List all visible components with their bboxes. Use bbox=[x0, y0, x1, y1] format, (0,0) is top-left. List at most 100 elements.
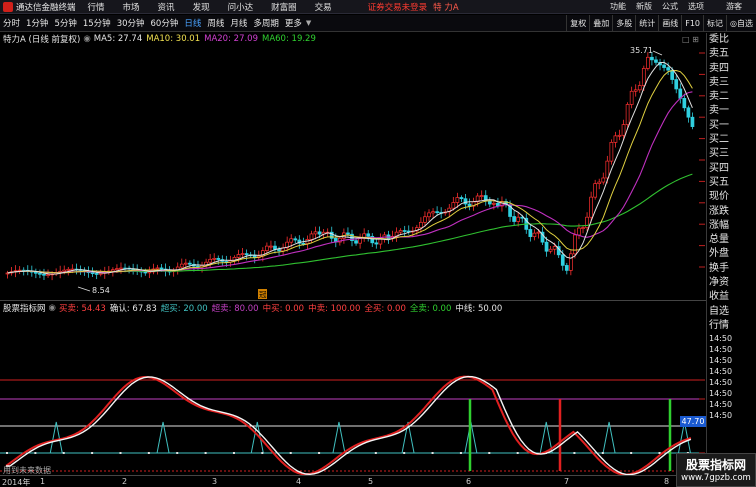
tab-60min[interactable]: 60分钟 bbox=[148, 17, 182, 29]
signal-dot bbox=[261, 452, 264, 454]
menu-market[interactable]: 行情 bbox=[88, 1, 105, 13]
multi-stock-button[interactable]: 多股 bbox=[612, 14, 635, 32]
tab-30min[interactable]: 30分钟 bbox=[114, 17, 148, 29]
menu-discover[interactable]: 发现 bbox=[193, 1, 210, 13]
date-axis: 2014年 1 2 3 4 5 6 7 8 bbox=[0, 475, 706, 487]
chevron-down-icon[interactable]: ▼ bbox=[306, 19, 311, 27]
kline-chart[interactable]: 35.71 8.54 冠 35.0032.5030.0027.5025.0022… bbox=[0, 45, 706, 300]
signal-dot bbox=[488, 452, 491, 454]
main-chart-info: 特力A (日线 前复权) ◉ MA5: 27.74 MA10: 30.01 MA… bbox=[0, 33, 700, 45]
candle-body bbox=[374, 242, 379, 245]
guest-user[interactable]: 游客 bbox=[726, 1, 742, 12]
candle-body bbox=[111, 269, 115, 272]
quote-panel-item: 卖二 bbox=[709, 91, 729, 103]
menu-new[interactable]: 新版 bbox=[636, 1, 652, 12]
quote-panel-item: 涨跌 bbox=[709, 205, 729, 217]
candle-body bbox=[564, 265, 569, 271]
candle-body bbox=[597, 181, 602, 184]
candle-body bbox=[666, 67, 670, 71]
candle-body bbox=[479, 195, 484, 197]
candle-body bbox=[419, 221, 423, 229]
indicator-chart[interactable]: 100.075.0050.0025.000.00 bbox=[0, 314, 706, 475]
menu-wealth[interactable]: 财富圈 bbox=[271, 1, 297, 13]
oversold-signal bbox=[602, 421, 616, 454]
candle-body bbox=[208, 258, 212, 263]
tab-daily[interactable]: 日线 bbox=[181, 17, 204, 29]
tab-monthly[interactable]: 月线 bbox=[227, 17, 250, 29]
quote-panel-item: 卖四 bbox=[709, 62, 729, 74]
signal-dot bbox=[318, 452, 321, 454]
close-icon[interactable]: ⊞ bbox=[692, 35, 699, 44]
signal-dot bbox=[176, 452, 179, 454]
signal-dot bbox=[91, 452, 94, 454]
quote-panel-item[interactable]: 自选 bbox=[707, 305, 756, 319]
settings-icon[interactable]: ◉ bbox=[83, 34, 90, 44]
pane-separator[interactable] bbox=[0, 300, 706, 301]
quote-panel-item: 收益 bbox=[709, 291, 729, 303]
menu-news[interactable]: 资讯 bbox=[158, 1, 175, 13]
chart-window-controls[interactable]: □ ⊞ bbox=[682, 35, 699, 44]
ma10-value: MA10: 30.01 bbox=[146, 34, 201, 44]
candle-body bbox=[289, 238, 294, 243]
menu-formula[interactable]: 公式 bbox=[662, 1, 678, 12]
login-alert[interactable]: 证券交易未登录 bbox=[368, 1, 428, 13]
tab-15min[interactable]: 15分钟 bbox=[80, 17, 114, 29]
quote-panel-item: 卖一 bbox=[709, 105, 729, 117]
chart-title[interactable]: 特力A (日线 前复权) bbox=[3, 33, 80, 45]
watermark: 股票指标网 www.7gpzb.com bbox=[676, 453, 756, 487]
candle-body bbox=[646, 56, 650, 69]
quote-panel-item[interactable]: 行情 bbox=[707, 319, 756, 333]
candle-body bbox=[94, 273, 99, 275]
tab-weekly[interactable]: 周线 bbox=[204, 17, 227, 29]
menu-trade[interactable]: 交易 bbox=[315, 1, 332, 13]
candle-body bbox=[293, 238, 298, 241]
candle-body bbox=[62, 269, 67, 272]
buy-value: 买卖: 54.43 bbox=[58, 304, 106, 314]
menu-options[interactable]: 选项 bbox=[688, 1, 704, 12]
candle-body bbox=[516, 216, 521, 222]
watermark-url: www.7gpzb.com bbox=[681, 473, 751, 483]
mark-button[interactable]: 标记 bbox=[703, 14, 726, 32]
candle-body bbox=[240, 253, 245, 255]
indicator-settings-icon[interactable]: ◉ bbox=[49, 303, 56, 313]
candlesticks bbox=[5, 51, 695, 281]
candle-body bbox=[548, 248, 553, 252]
tab-multi-period[interactable]: 多周期 bbox=[250, 17, 282, 29]
tab-5min[interactable]: 5分钟 bbox=[51, 17, 79, 29]
tab-1min[interactable]: 1分钟 bbox=[23, 17, 51, 29]
menu-markets[interactable]: 市场 bbox=[123, 1, 140, 13]
quote-panel: 委比 卖五 卖四 卖三 卖二 卖一 买一 买二 买三 买四 买五 现价 涨跌 涨幅 总量 外盘 换手 净资 收益 自选… bbox=[706, 33, 756, 475]
adjust-button[interactable]: 复权 bbox=[566, 14, 589, 32]
signal-dot bbox=[34, 452, 37, 454]
candle-body bbox=[183, 262, 188, 265]
oversold-signal bbox=[49, 421, 63, 454]
candle-body bbox=[244, 253, 249, 256]
restore-icon[interactable]: □ bbox=[682, 35, 690, 44]
indicator-title[interactable]: 股票指标网 bbox=[3, 302, 46, 314]
overlay-button[interactable]: 叠加 bbox=[589, 14, 612, 32]
tab-more[interactable]: 更多 bbox=[282, 17, 305, 29]
menu-function[interactable]: 功能 bbox=[610, 1, 626, 12]
candle-body bbox=[463, 198, 468, 205]
tab-minute[interactable]: 分时 bbox=[0, 17, 23, 29]
signal-dot bbox=[459, 452, 462, 454]
quote-panel-item: 14:50 bbox=[709, 345, 733, 355]
quote-panel-item: 买一 bbox=[709, 119, 729, 131]
app-logo-icon bbox=[3, 1, 13, 12]
signal-dot bbox=[601, 452, 604, 454]
quote-panel-item: 现价 bbox=[709, 191, 729, 203]
quote-panel-item: 总量 bbox=[709, 234, 729, 246]
candle-body bbox=[609, 142, 614, 162]
candle-body bbox=[682, 98, 687, 109]
candle-body bbox=[427, 212, 431, 218]
candle-body bbox=[641, 68, 646, 86]
f10-button[interactable]: F10 bbox=[681, 14, 703, 32]
candle-body bbox=[593, 183, 598, 198]
full-sell-value: 全卖: 0.00 bbox=[409, 304, 452, 314]
draw-button[interactable]: 画线 bbox=[658, 14, 681, 32]
candle-body bbox=[455, 197, 460, 203]
menu-ask[interactable]: 问小达 bbox=[228, 1, 254, 13]
quote-panel-item: 卖五 bbox=[709, 48, 729, 60]
favorite-button[interactable]: ◎自选 bbox=[726, 14, 756, 32]
stats-button[interactable]: 统计 bbox=[635, 14, 658, 32]
